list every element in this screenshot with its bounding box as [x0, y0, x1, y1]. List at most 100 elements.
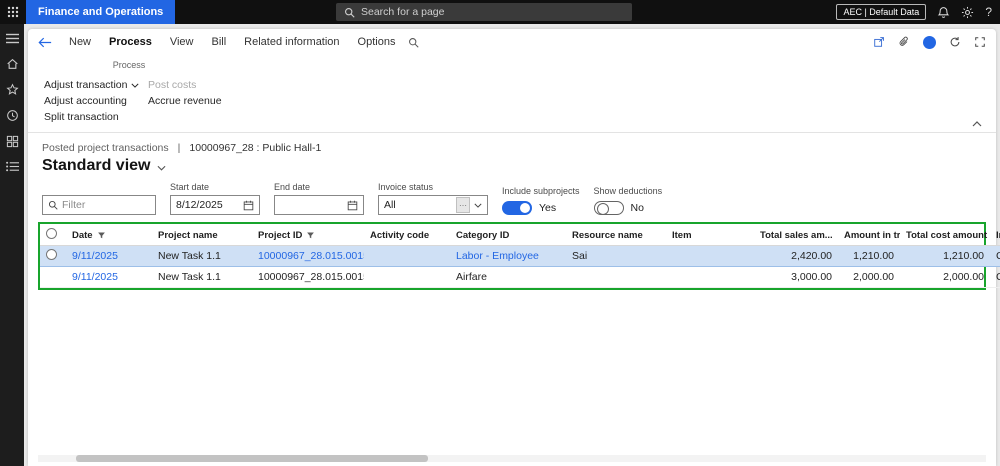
start-date-input-wrap — [170, 195, 260, 215]
tab-related-information[interactable]: Related information — [235, 32, 348, 52]
invoice-status-flyout-button[interactable]: ⋯ — [456, 197, 470, 213]
favorites-button[interactable] — [5, 83, 19, 96]
row-select-radio[interactable] — [46, 249, 57, 260]
amount-in-transaction-cell: 2,000.00 — [838, 266, 900, 288]
environment-badge[interactable]: AEC | Default Data — [836, 4, 927, 20]
page-search-placeholder: Search for a page — [361, 6, 445, 18]
messages-badge[interactable] — [923, 35, 936, 49]
action-search-button[interactable] — [408, 37, 420, 48]
category-id-cell: Airfare — [450, 266, 566, 288]
select-all-radio[interactable] — [46, 228, 57, 239]
activity-code-cell — [364, 266, 450, 288]
column-header-project-id[interactable]: Project ID — [258, 230, 302, 241]
app-launcher-button[interactable] — [0, 0, 26, 24]
activity-code-cell — [364, 245, 450, 267]
total-cost-cell: 2,000.00 — [900, 266, 990, 288]
column-header-total-cost[interactable]: Total cost amount — [900, 224, 990, 246]
page-search-box[interactable]: Search for a page — [336, 3, 632, 21]
column-header-date[interactable]: Date — [72, 230, 93, 241]
tab-options[interactable]: Options — [349, 32, 405, 52]
calendar-icon[interactable] — [347, 200, 358, 211]
column-header-activity-code[interactable]: Activity code — [364, 224, 450, 246]
horizontal-scrollbar[interactable] — [38, 455, 986, 462]
show-deductions-value: No — [630, 202, 644, 214]
invoice-status-value: All — [384, 199, 396, 211]
total-sales-cell: 3,000.00 — [754, 266, 838, 288]
share-button[interactable] — [873, 36, 885, 48]
collapse-ribbon-button[interactable] — [972, 121, 982, 127]
workspaces-button[interactable] — [6, 135, 19, 148]
search-icon — [344, 7, 355, 18]
column-header-resource-name[interactable]: Resource name — [566, 224, 666, 246]
column-header-amount-in-transaction[interactable]: Amount in tra... — [838, 224, 900, 246]
column-header-project-name[interactable]: Project name — [152, 224, 252, 246]
modules-button[interactable] — [5, 161, 19, 172]
table-row[interactable]: 9/11/2025 New Task 1.1 10000967_28.015.0… — [40, 266, 1000, 288]
tab-bill[interactable]: Bill — [202, 32, 235, 52]
chevron-down-icon[interactable] — [474, 203, 482, 208]
fullscreen-button[interactable] — [974, 36, 986, 48]
expand-menu-button[interactable] — [5, 33, 19, 44]
split-transaction-button[interactable]: Split transaction — [44, 111, 119, 123]
start-date-field: Start date — [170, 182, 260, 215]
category-id-link[interactable]: Labor - Employee — [456, 250, 539, 262]
end-date-field: End date — [274, 182, 364, 215]
filter-funnel-icon[interactable] — [306, 231, 315, 240]
home-button[interactable] — [6, 57, 19, 70]
resource-name-cell: Sai — [566, 245, 666, 267]
accrue-revenue-button[interactable]: Accrue revenue — [148, 95, 222, 107]
date-link[interactable]: 9/11/2025 — [72, 271, 118, 283]
page-content: Posted project transactions | 10000967_2… — [28, 133, 1000, 466]
column-header-category-id[interactable]: Category ID — [450, 224, 566, 246]
settings-button[interactable] — [961, 6, 974, 19]
show-deductions-field: Show deductions No — [593, 186, 662, 215]
back-button[interactable] — [38, 37, 52, 48]
item-cell — [666, 245, 754, 267]
project-id-link[interactable]: 10000967_28.015.0015 — [258, 250, 364, 262]
date-link[interactable]: 9/11/2025 — [72, 250, 118, 262]
start-date-input[interactable] — [176, 199, 239, 211]
view-selector[interactable]: Standard view — [42, 157, 982, 175]
transactions-grid: Date Project name Project ID Activity co… — [40, 224, 1000, 288]
bell-icon — [937, 6, 950, 19]
invoice-status-cell: Chargeable — [990, 245, 1000, 267]
attachments-button[interactable] — [898, 36, 910, 48]
invoice-status-label: Invoice status — [378, 182, 434, 192]
notifications-button[interactable] — [937, 6, 950, 19]
refresh-button[interactable] — [949, 36, 961, 48]
column-header-item[interactable]: Item — [666, 224, 754, 246]
invoice-status-combo[interactable]: All ⋯ — [378, 195, 488, 215]
column-header-invoice-status[interactable]: Invoice st — [996, 230, 1000, 241]
project-name-cell: New Task 1.1 — [152, 245, 252, 267]
project-id-cell: 10000967_28.015.0015 — [252, 266, 364, 288]
calendar-icon[interactable] — [243, 200, 254, 211]
page-title: Standard view — [42, 157, 151, 174]
adjust-accounting-button[interactable]: Adjust accounting — [44, 95, 127, 107]
adjust-transaction-button[interactable]: Adjust transaction — [44, 79, 140, 91]
include-subprojects-value: Yes — [539, 202, 557, 214]
scrollbar-thumb[interactable] — [76, 455, 428, 462]
app-title[interactable]: Finance and Operations — [26, 0, 176, 24]
list-icon — [5, 161, 19, 172]
filter-funnel-icon[interactable] — [97, 231, 106, 240]
tab-process[interactable]: Process — [100, 32, 161, 52]
arrow-left-icon — [38, 37, 52, 48]
column-header-total-sales[interactable]: Total sales am... — [754, 224, 838, 246]
tab-new[interactable]: New — [60, 32, 100, 52]
breadcrumb-section[interactable]: Posted project transactions — [42, 142, 169, 154]
end-date-input[interactable] — [280, 199, 343, 211]
tab-view[interactable]: View — [161, 32, 203, 52]
show-deductions-toggle[interactable] — [593, 201, 624, 215]
help-button[interactable]: ? — [985, 5, 992, 19]
include-subprojects-toggle[interactable] — [502, 201, 532, 215]
recent-button[interactable] — [6, 109, 19, 122]
attachment-icon — [898, 36, 910, 48]
include-subprojects-field: Include subprojects Yes — [502, 186, 580, 215]
chevron-down-icon — [131, 83, 140, 88]
filter-input[interactable] — [62, 199, 150, 211]
table-row[interactable]: 9/11/2025 New Task 1.1 10000967_28.015.0… — [40, 245, 1000, 267]
post-costs-button[interactable]: Post costs — [148, 79, 196, 91]
breadcrumb-record: 10000967_28 : Public Hall-1 — [189, 142, 322, 154]
highlight-annotation: Date Project name Project ID Activity co… — [38, 222, 1000, 290]
amount-in-transaction-cell: 1,210.00 — [838, 245, 900, 267]
